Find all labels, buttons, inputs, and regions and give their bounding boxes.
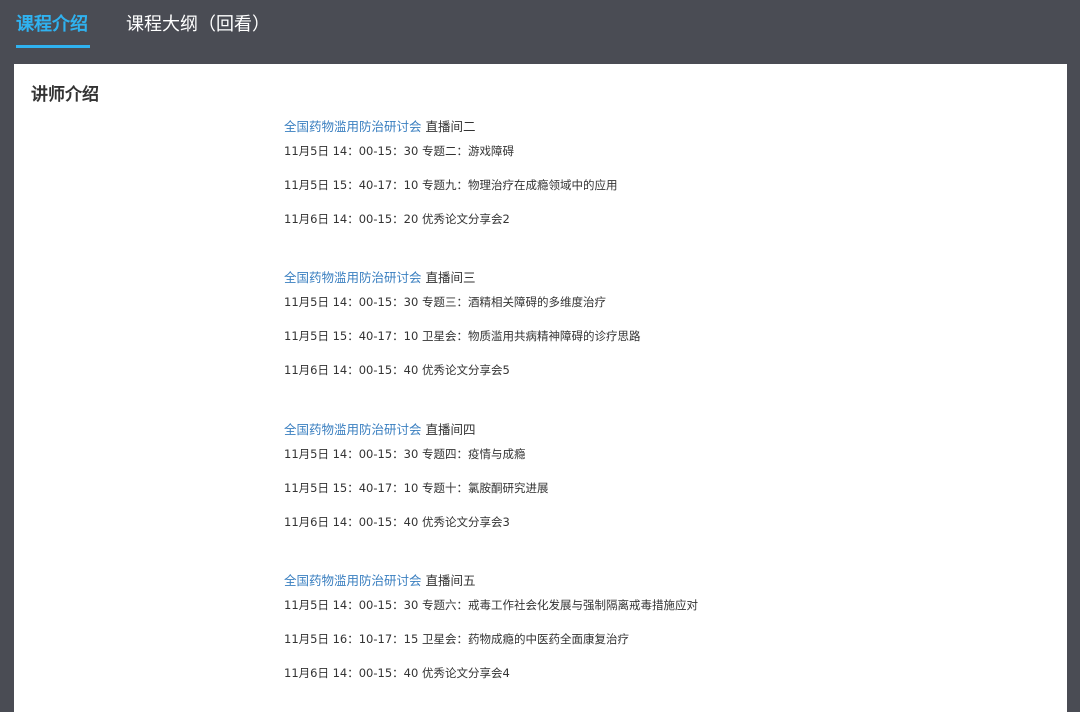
room-block: 全国药物滥用防治研讨会 直播间五 11月5日 14：00-15：30 专题六：戒… [284,569,1044,695]
room-header: 全国药物滥用防治研讨会 直播间五 [284,569,1044,593]
room-name: 直播间三 [425,270,476,285]
session-item: 11月6日 14：00-15：20 优秀论文分享会2 [284,212,510,226]
conference-link[interactable]: 全国药物滥用防治研讨会 [284,119,422,134]
room-block: 全国药物滥用防治研讨会 直播间四 11月5日 14：00-15：30 专题四：疫… [284,418,1044,544]
room-name: 直播间五 [425,573,476,588]
conference-link[interactable]: 全国药物滥用防治研讨会 [284,270,422,285]
session-item: 11月5日 15：40-17：10 专题十：氯胺酮研究进展 [284,481,549,495]
room-header: 全国药物滥用防治研讨会 直播间二 [284,115,1044,139]
conference-link[interactable]: 全国药物滥用防治研讨会 [284,573,422,588]
session-item: 11月6日 14：00-15：40 优秀论文分享会4 [284,666,510,680]
session-item: 11月5日 14：00-15：30 专题四：疫情与成瘾 [284,447,526,461]
active-tab-indicator [16,45,90,48]
session-item: 11月5日 14：00-15：30 专题三：酒精相关障碍的多维度治疗 [284,295,606,309]
room-block: 全国药物滥用防治研讨会 直播间三 11月5日 14：00-15：30 专题三：酒… [284,266,1044,392]
section-title: 讲师介绍 [31,85,99,105]
room-name: 直播间四 [425,422,476,437]
session-item: 11月6日 14：00-15：40 优秀论文分享会3 [284,515,510,529]
session-item: 11月5日 15：40-17：10 卫星会：物质滥用共病精神障碍的诊疗思路 [284,329,641,343]
tab-course-outline-label: 课程大纲（回看） [126,14,270,35]
tab-course-outline[interactable]: 课程大纲（回看） [126,12,270,48]
content-panel: 讲师介绍 全国药物滥用防治研讨会 直播间二 11月5日 14：00-15：30 … [14,64,1067,712]
session-item: 11月5日 14：00-15：30 专题二：游戏障碍 [284,144,514,158]
room-header: 全国药物滥用防治研讨会 直播间四 [284,418,1044,442]
room-block: 全国药物滥用防治研讨会 直播间二 11月5日 14：00-15：30 专题二：游… [284,115,1044,241]
session-item: 11月5日 15：40-17：10 专题九：物理治疗在成瘾领域中的应用 [284,178,618,192]
room-header: 全国药物滥用防治研讨会 直播间三 [284,266,1044,290]
tab-course-intro[interactable]: 课程介绍 [16,12,90,48]
session-item: 11月5日 14：00-15：30 专题六：戒毒工作社会化发展与强制隔离戒毒措施… [284,598,698,612]
conference-link[interactable]: 全国药物滥用防治研讨会 [284,422,422,437]
session-item: 11月6日 14：00-15：40 优秀论文分享会5 [284,363,510,377]
room-name: 直播间二 [425,119,476,134]
tab-course-intro-label: 课程介绍 [16,14,88,35]
session-item: 11月5日 16：10-17：15 卫星会：药物成瘾的中医药全面康复治疗 [284,632,629,646]
top-tab-bar: 课程介绍 课程大纲（回看） [0,0,1080,64]
